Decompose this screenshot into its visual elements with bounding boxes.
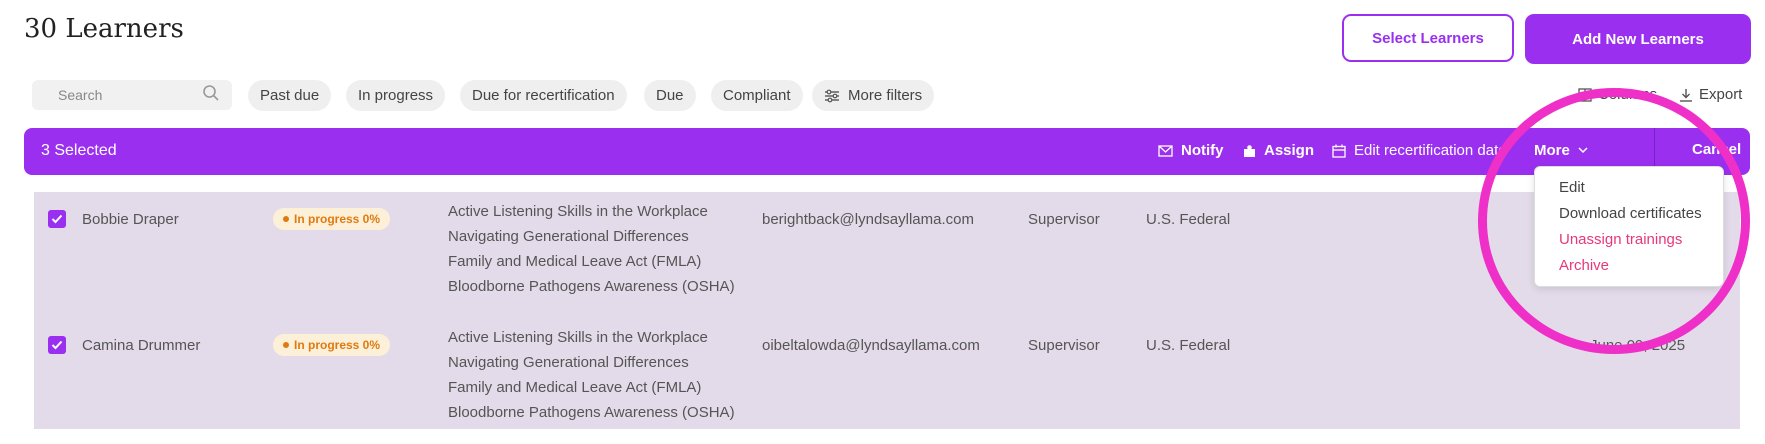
cancel-button[interactable]: Cancel [1692,141,1741,158]
calendar-icon [1332,144,1346,158]
menu-item-edit[interactable]: Edit [1559,179,1585,196]
table-row[interactable]: Bobbie Draper In progress 0% Active List… [34,192,1740,318]
select-learners-button[interactable]: Select Learners [1342,14,1514,62]
menu-item-archive[interactable]: Archive [1559,257,1609,274]
learner-name[interactable]: Camina Drummer [82,337,200,354]
course-item: Navigating Generational Differences [448,354,689,371]
status-dot [283,216,289,222]
filter-chip-in-progress[interactable]: In progress [346,80,446,111]
checkmark-icon [51,340,63,350]
course-list: Active Listening Skills in the Workplace… [448,325,735,425]
learner-role: Supervisor [1028,337,1100,354]
checkmark-icon [51,214,63,224]
learner-date: June 09, 2025 [1590,337,1686,354]
learner-location: U.S. Federal [1146,211,1231,228]
columns-label: Columns [1598,86,1658,103]
learner-role: Supervisor [1028,211,1100,228]
page-title: 30 Learners [24,14,184,44]
export-button[interactable]: Export [1679,86,1742,103]
edit-recertification-date-button[interactable]: Edit recertification date [1332,142,1507,159]
search-icon[interactable] [202,84,220,107]
assign-label[interactable]: Assign [1264,142,1314,159]
status-text: In progress 0% [294,338,381,352]
search-placeholder: Search [58,87,103,103]
filter-chip-due-for-recertification[interactable]: Due for recertification [460,80,627,111]
status-text: In progress 0% [294,212,381,226]
more-actions-menu: Edit Download certificates Unassign trai… [1534,166,1724,287]
learner-email: berightback@lyndsayllama.com [762,211,974,228]
search-input[interactable]: Search [32,80,232,110]
selection-bar: 3 Selected Notify Assign Edit recertific… [24,128,1750,175]
more-label: More [1534,142,1570,159]
notify-label: Notify [1181,142,1224,159]
course-item: Family and Medical Leave Act (FMLA) [448,379,702,396]
filter-chip-compliant[interactable]: Compliant [711,80,803,111]
course-item: Active Listening Skills in the Workplace [448,203,708,220]
learner-name[interactable]: Bobbie Draper [82,211,179,228]
course-list: Active Listening Skills in the Workplace… [448,199,735,299]
course-item: Family and Medical Leave Act (FMLA) [448,253,702,270]
puzzle-icon [1243,144,1256,158]
menu-item-unassign-trainings[interactable]: Unassign trainings [1559,231,1682,248]
row-checkbox[interactable] [48,336,66,354]
columns-icon [1578,87,1592,102]
filter-chip-due[interactable]: Due [644,80,696,111]
sliders-icon [824,89,840,103]
more-filters-label: More filters [848,87,923,104]
assign-button[interactable]: Assign [1243,142,1314,159]
envelope-icon [1158,144,1173,157]
columns-button[interactable]: Columns [1578,86,1657,103]
more-actions-button[interactable]: More [1534,142,1588,159]
learner-location: U.S. Federal [1146,337,1231,354]
chevron-down-icon [1578,147,1588,154]
download-icon [1679,88,1693,102]
filter-chip-past-due[interactable]: Past due [248,80,332,111]
learners-table: Bobbie Draper In progress 0% Active List… [34,192,1740,429]
export-label: Export [1699,86,1743,103]
row-checkbox[interactable] [48,210,66,228]
course-item: Bloodborne Pathogens Awareness (OSHA) [448,404,735,421]
status-dot [283,342,289,348]
edit-recertification-date-label: Edit recertification date [1354,142,1507,159]
status-badge: In progress 0% [273,334,391,356]
course-item: Active Listening Skills in the Workplace [448,329,708,346]
notify-button[interactable]: Notify [1158,142,1224,159]
selected-count: 3 Selected [41,142,117,159]
learner-email: oibeltalowda@lyndsayllama.com [762,337,980,354]
menu-item-download-certificates[interactable]: Download certificates [1559,205,1702,222]
course-item: Navigating Generational Differences [448,228,689,245]
status-badge: In progress 0% [273,208,391,230]
table-row[interactable]: Camina Drummer In progress 0% Active Lis… [34,318,1740,444]
more-filters-button[interactable]: More filters [812,80,935,111]
add-new-learners-button[interactable]: Add New Learners [1525,14,1751,64]
course-item: Bloodborne Pathogens Awareness (OSHA) [448,278,735,295]
